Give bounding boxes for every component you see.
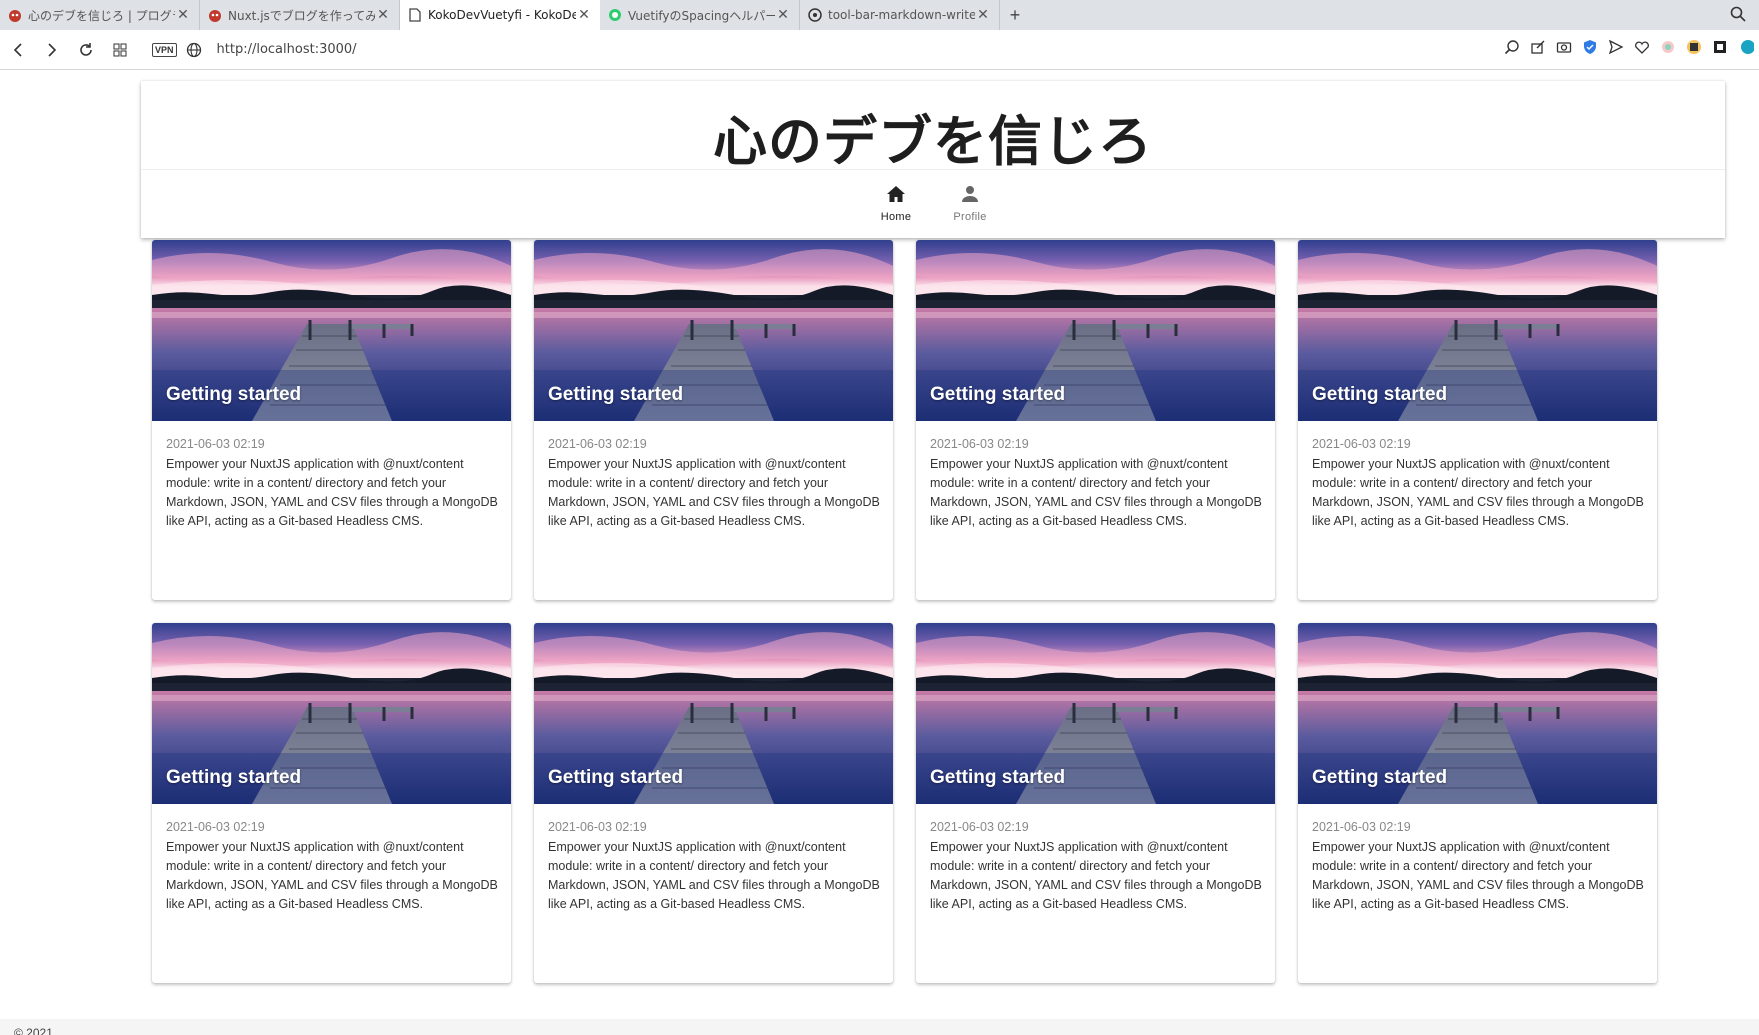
globe-icon [185,41,203,59]
card-image: Getting started [1298,623,1657,804]
card-description: Empower your NuxtJS application with @nu… [1312,840,1644,911]
card-title[interactable]: Getting started [1312,767,1447,789]
card-date: 2021-06-03 02:19 [930,820,1029,834]
extension-icon[interactable] [1659,38,1677,56]
vuetify-icon [608,8,622,22]
camera-icon[interactable] [1555,38,1573,56]
nav-item-profile[interactable]: Profile [948,185,992,223]
card-title[interactable]: Getting started [1312,384,1447,406]
card-title[interactable]: Getting started [548,767,683,789]
article-grid: Getting started 2021-06-03 02:19 Empower… [152,240,1657,983]
grid-icon[interactable] [104,34,136,66]
extension-icon[interactable] [1711,38,1729,56]
browser-tab[interactable]: VuetifyのSpacingヘルパーでM ✕ [600,0,800,30]
card-date: 2021-06-03 02:19 [930,437,1029,451]
browser-tab[interactable]: Nuxt.jsでブログを作ってみる。 ✕ [200,0,400,30]
cat-icon [8,8,22,22]
tab-title: Nuxt.jsでブログを作ってみる。 [228,8,375,23]
new-tab-button[interactable]: + [1000,0,1030,30]
browser-toolbar-icons [1503,38,1755,56]
card-description: Empower your NuxtJS application with @nu… [166,457,498,528]
nav-item-home[interactable]: Home [874,185,918,223]
cat-icon [208,8,222,22]
article-card[interactable]: Getting started 2021-06-03 02:19 Empower… [534,240,893,600]
footer-copyright: © 2021 [14,1026,53,1035]
github-icon [808,8,822,22]
card-title[interactable]: Getting started [548,384,683,406]
heart-icon[interactable] [1633,38,1651,56]
site-header: 心のデブを信じろ Home Profile [141,81,1725,238]
card-title[interactable]: Getting started [166,767,301,789]
back-icon[interactable] [2,34,34,66]
close-icon[interactable]: ✕ [175,7,191,23]
card-image: Getting started [1298,240,1657,421]
bottom-navigation: Home Profile [141,169,1725,238]
close-icon[interactable]: ✕ [775,7,791,23]
page-content: 心のデブを信じろ Home Profile Getting started 20… [0,71,1759,1035]
card-image: Getting started [534,240,893,421]
tab-title: VuetifyのSpacingヘルパーでM [628,8,775,23]
tab-title: tool-bar-markdown-writer [828,8,975,22]
close-icon[interactable]: ✕ [375,7,391,23]
card-date: 2021-06-03 02:19 [166,437,265,451]
person-icon [960,185,980,208]
card-date: 2021-06-03 02:19 [166,820,265,834]
shield-icon[interactable] [1581,38,1599,56]
card-date: 2021-06-03 02:19 [1312,820,1411,834]
nav-item-label: Home [880,211,912,223]
card-title[interactable]: Getting started [930,767,1065,789]
article-card[interactable]: Getting started 2021-06-03 02:19 Empower… [916,240,1275,600]
tab-search-icon[interactable] [1729,5,1749,25]
send-icon[interactable] [1607,38,1625,56]
card-image: Getting started [534,623,893,804]
card-description: Empower your NuxtJS application with @nu… [548,840,880,911]
card-image: Getting started [152,240,511,421]
article-card[interactable]: Getting started 2021-06-03 02:19 Empower… [1298,240,1657,600]
card-title[interactable]: Getting started [930,384,1065,406]
browser-tab[interactable]: 心のデブを信じろ | プログラムや ✕ [0,0,200,30]
footer: © 2021 [0,1019,1759,1035]
tab-title: 心のデブを信じろ | プログラムや [28,8,175,23]
nav-item-label: Profile [953,211,987,223]
site-title: 心のデブを信じろ [713,110,1153,173]
article-card[interactable]: Getting started 2021-06-03 02:19 Empower… [152,623,511,983]
browser-tab-strip: 心のデブを信じろ | プログラムや ✕ Nuxt.jsでブログを作ってみる。 ✕… [0,0,1759,30]
browser-address-bar: VPN http://localhost:3000/ [0,30,1759,70]
tab-title: KokoDevVuetyfi - KokoDev [428,8,576,22]
article-card[interactable]: Getting started 2021-06-03 02:19 Empower… [916,623,1275,983]
card-date: 2021-06-03 02:19 [548,437,647,451]
card-image: Getting started [916,240,1275,421]
article-card[interactable]: Getting started 2021-06-03 02:19 Empower… [534,623,893,983]
card-description: Empower your NuxtJS application with @nu… [930,457,1262,528]
card-image: Getting started [152,623,511,804]
url-field[interactable]: http://localhost:3000/ [217,42,357,57]
card-date: 2021-06-03 02:19 [1312,437,1411,451]
share-icon[interactable] [1529,38,1547,56]
reload-icon[interactable] [70,34,102,66]
card-image: Getting started [916,623,1275,804]
zoom-icon[interactable] [1503,38,1521,56]
close-icon[interactable]: ✕ [576,7,592,23]
vpn-badge[interactable]: VPN [152,42,177,57]
card-description: Empower your NuxtJS application with @nu… [166,840,498,911]
page-icon [408,8,422,22]
forward-icon[interactable] [36,34,68,66]
card-description: Empower your NuxtJS application with @nu… [548,457,880,528]
close-icon[interactable]: ✕ [975,7,991,23]
article-card[interactable]: Getting started 2021-06-03 02:19 Empower… [1298,623,1657,983]
card-description: Empower your NuxtJS application with @nu… [930,840,1262,911]
browser-tab-active[interactable]: KokoDevVuetyfi - KokoDev ✕ [400,0,600,30]
card-title[interactable]: Getting started [166,384,301,406]
extension-icon[interactable] [1685,38,1703,56]
article-card[interactable]: Getting started 2021-06-03 02:19 Empower… [152,240,511,600]
browser-tab[interactable]: tool-bar-markdown-writer ✕ [800,0,1000,30]
extension-icon[interactable] [1737,38,1755,56]
home-icon [886,185,906,208]
card-date: 2021-06-03 02:19 [548,820,647,834]
card-description: Empower your NuxtJS application with @nu… [1312,457,1644,528]
